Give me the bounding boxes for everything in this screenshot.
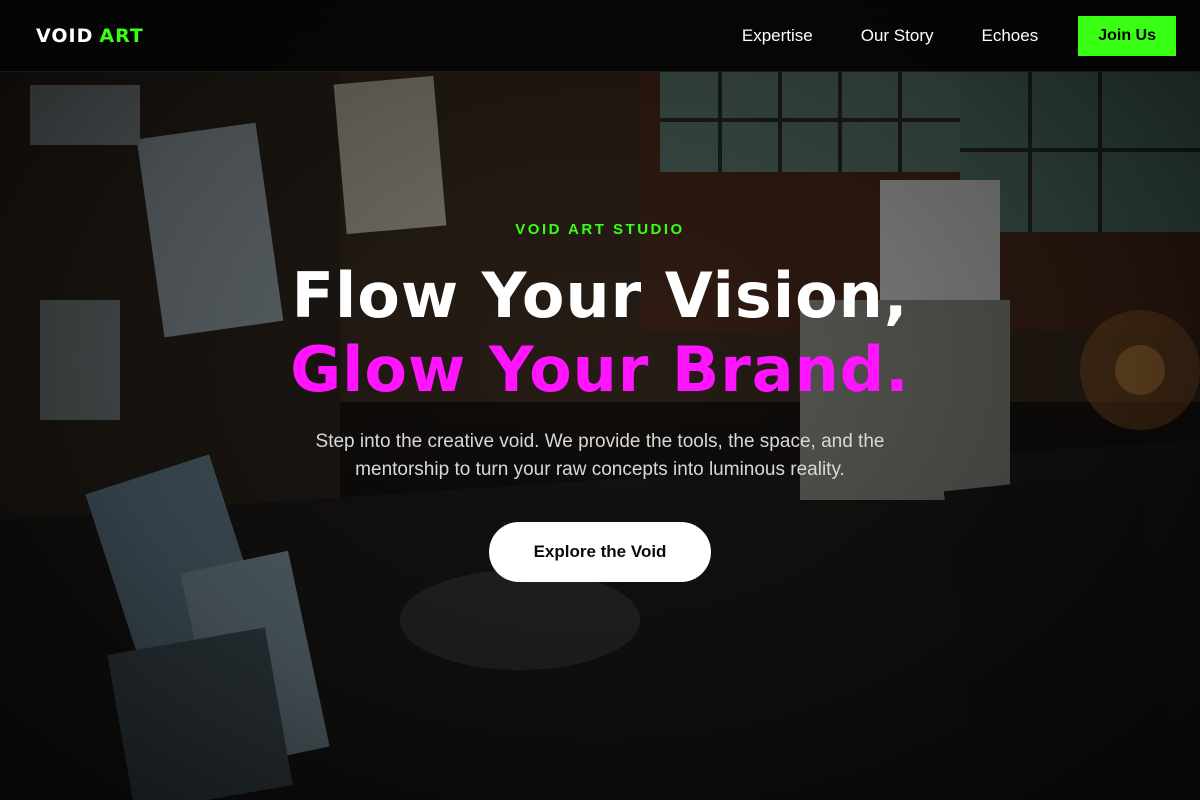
nav-links: Expertise Our Story Echoes Join Us <box>742 16 1176 56</box>
join-us-button[interactable]: Join Us <box>1078 16 1176 56</box>
site-logo[interactable]: VOID ART <box>24 18 156 54</box>
hero-headline-line-2: Glow Your Brand. <box>290 333 910 406</box>
explore-the-void-button[interactable]: Explore the Void <box>489 522 711 582</box>
hero-section: VOID ART STUDIO Flow Your Vision, Glow Y… <box>0 0 1200 800</box>
hero-subtext: Step into the creative void. We provide … <box>315 431 885 480</box>
hero-headline-line-1: Flow Your Vision, <box>291 259 909 332</box>
logo-word-art: ART <box>99 25 144 47</box>
nav-link-expertise[interactable]: Expertise <box>742 26 813 46</box>
hero-eyebrow: VOID ART STUDIO <box>515 221 685 238</box>
logo-word-void: VOID <box>36 25 94 47</box>
top-navigation-bar: VOID ART Expertise Our Story Echoes Join… <box>0 0 1200 72</box>
nav-link-echoes[interactable]: Echoes <box>982 26 1039 46</box>
nav-link-our-story[interactable]: Our Story <box>861 26 934 46</box>
